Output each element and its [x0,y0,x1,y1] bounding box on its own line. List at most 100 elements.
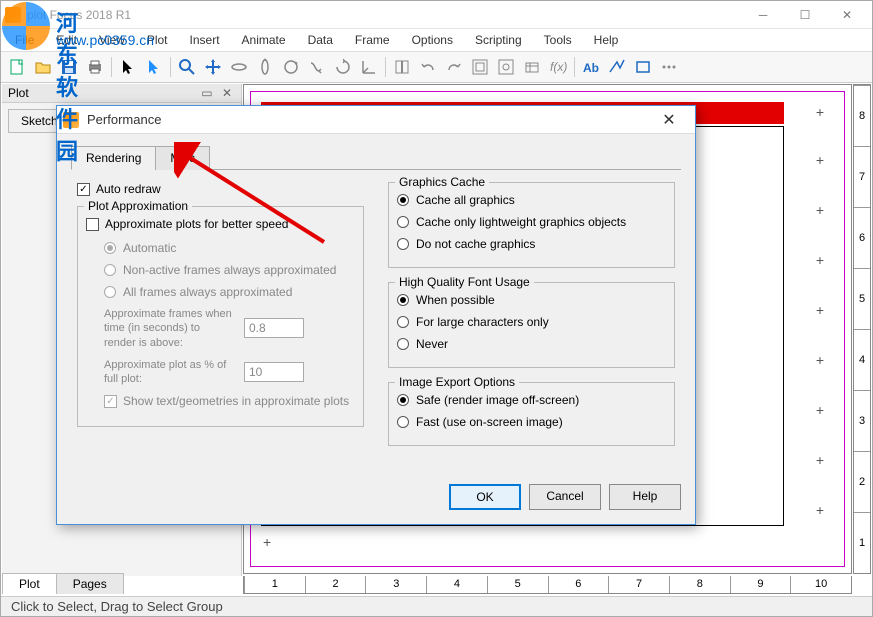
twist-icon[interactable] [305,55,329,79]
axis-icon[interactable] [357,55,381,79]
statusbar: Click to Select, Drag to Select Group [1,596,872,616]
radio-font-when-possible[interactable]: When possible [397,293,666,307]
radio-automatic: Automatic [104,241,355,255]
radio-cache-light[interactable]: Cache only lightweight graphics objects [397,215,666,229]
plus-marker: + [263,534,271,550]
menu-tools[interactable]: Tools [534,30,582,50]
menu-insert[interactable]: Insert [180,30,230,50]
menu-view[interactable]: View [89,30,135,50]
menu-edit[interactable]: Edit [46,30,87,50]
svg-text:Ab: Ab [583,61,599,75]
radio-cache-none[interactable]: Do not cache graphics [397,237,666,251]
font-usage-group: High Quality Font Usage When possible Fo… [388,282,675,368]
ruler-y: 87654321 [853,84,871,574]
tab-misc[interactable]: Misc [155,146,210,170]
plus-marker: + [816,104,824,120]
close-button[interactable]: ✕ [826,2,868,28]
plus-marker: + [816,302,824,318]
dialog-title: Performance [87,112,649,127]
toolbar: f(x) Ab [1,51,872,83]
pct-label: Approximate plot as % of full plot: [104,358,234,387]
tab-rendering[interactable]: Rendering [71,146,156,170]
menu-file[interactable]: File [5,30,44,50]
text-icon[interactable]: Ab [579,55,603,79]
time-threshold-label: Approximate frames when time (in seconds… [104,307,234,350]
plus-marker: + [816,352,824,368]
menubar: File Edit View Plot Insert Animate Data … [1,29,872,51]
plus-marker: + [816,152,824,168]
plot-approximation-group: Plot Approximation Approximate plots for… [77,206,364,427]
cursor-blue-icon[interactable] [142,55,166,79]
dialog-titlebar[interactable]: Performance ✕ [57,106,695,134]
pct-input [244,362,304,382]
menu-options[interactable]: Options [402,30,463,50]
approximate-plots-checkbox[interactable]: Approximate plots for better speed [86,217,355,231]
plus-marker: + [816,452,824,468]
menu-frame[interactable]: Frame [345,30,400,50]
ruler-x: 12345678910 [243,576,852,594]
print-icon[interactable] [83,55,107,79]
fit-icon[interactable] [468,55,492,79]
dialog-icon [63,112,79,128]
graphics-cache-group: Graphics Cache Cache all graphics Cache … [388,182,675,268]
app-icon [5,7,21,23]
zoom-icon[interactable] [175,55,199,79]
maximize-button[interactable]: ☐ [784,2,826,28]
line-icon[interactable] [605,55,629,79]
more-icon[interactable] [657,55,681,79]
ok-button[interactable]: OK [449,484,521,510]
undo-icon[interactable] [416,55,440,79]
menu-scripting[interactable]: Scripting [465,30,532,50]
show-text-checkbox: ✓ Show text/geometries in approximate pl… [104,394,355,408]
performance-dialog: Performance ✕ Rendering Misc ✓ Auto redr… [56,105,696,525]
dialog-close-button[interactable]: ✕ [649,107,689,133]
image-export-group: Image Export Options Safe (render image … [388,382,675,446]
cancel-button[interactable]: Cancel [529,484,601,510]
data-icon[interactable] [520,55,544,79]
panel-close-icon[interactable]: ✕ [219,86,235,100]
plus-marker: + [816,502,824,518]
menu-data[interactable]: Data [298,30,343,50]
slice-icon[interactable] [390,55,414,79]
rotate-z-icon[interactable] [279,55,303,79]
tab-plot[interactable]: Plot [2,573,57,594]
rect-icon[interactable] [631,55,655,79]
auto-redraw-checkbox[interactable]: ✓ Auto redraw [77,182,364,196]
menu-animate[interactable]: Animate [232,30,296,50]
fit2-icon[interactable] [494,55,518,79]
dialog-tabs: Rendering Misc [71,146,681,170]
help-button[interactable]: Help [609,484,681,510]
plus-marker: + [816,252,824,268]
move-icon[interactable] [201,55,225,79]
panel-title: Plot [8,86,29,100]
menu-plot[interactable]: Plot [137,30,178,50]
tab-pages[interactable]: Pages [56,573,124,594]
redo-icon[interactable] [442,55,466,79]
rotate-y-icon[interactable] [253,55,277,79]
fx-icon[interactable]: f(x) [546,55,570,79]
radio-cache-all[interactable]: Cache all graphics [397,193,666,207]
window-title: plot Focus 2018 R1 [27,8,742,22]
bottom-tabs: Plot Pages [2,573,123,594]
new-icon[interactable] [5,55,29,79]
minimize-button[interactable]: ─ [742,2,784,28]
radio-font-large[interactable]: For large characters only [397,315,666,329]
panel-undock-icon[interactable]: ▭ [198,86,215,100]
plus-marker: + [816,202,824,218]
radio-all-frames: All frames always approximated [104,285,355,299]
radio-font-never[interactable]: Never [397,337,666,351]
titlebar: plot Focus 2018 R1 ─ ☐ ✕ [1,1,872,29]
cursor-black-icon[interactable] [116,55,140,79]
radio-non-active: Non-active frames always approximated [104,263,355,277]
radio-export-fast[interactable]: Fast (use on-screen image) [397,415,666,429]
open-icon[interactable] [31,55,55,79]
menu-help[interactable]: Help [584,30,629,50]
plot-approx-legend: Plot Approximation [84,199,192,213]
roll-icon[interactable] [331,55,355,79]
save-icon[interactable] [57,55,81,79]
rotate-x-icon[interactable] [227,55,251,79]
plus-marker: + [816,402,824,418]
radio-export-safe[interactable]: Safe (render image off-screen) [397,393,666,407]
svg-text:f(x): f(x) [550,60,567,74]
time-threshold-input [244,318,304,338]
